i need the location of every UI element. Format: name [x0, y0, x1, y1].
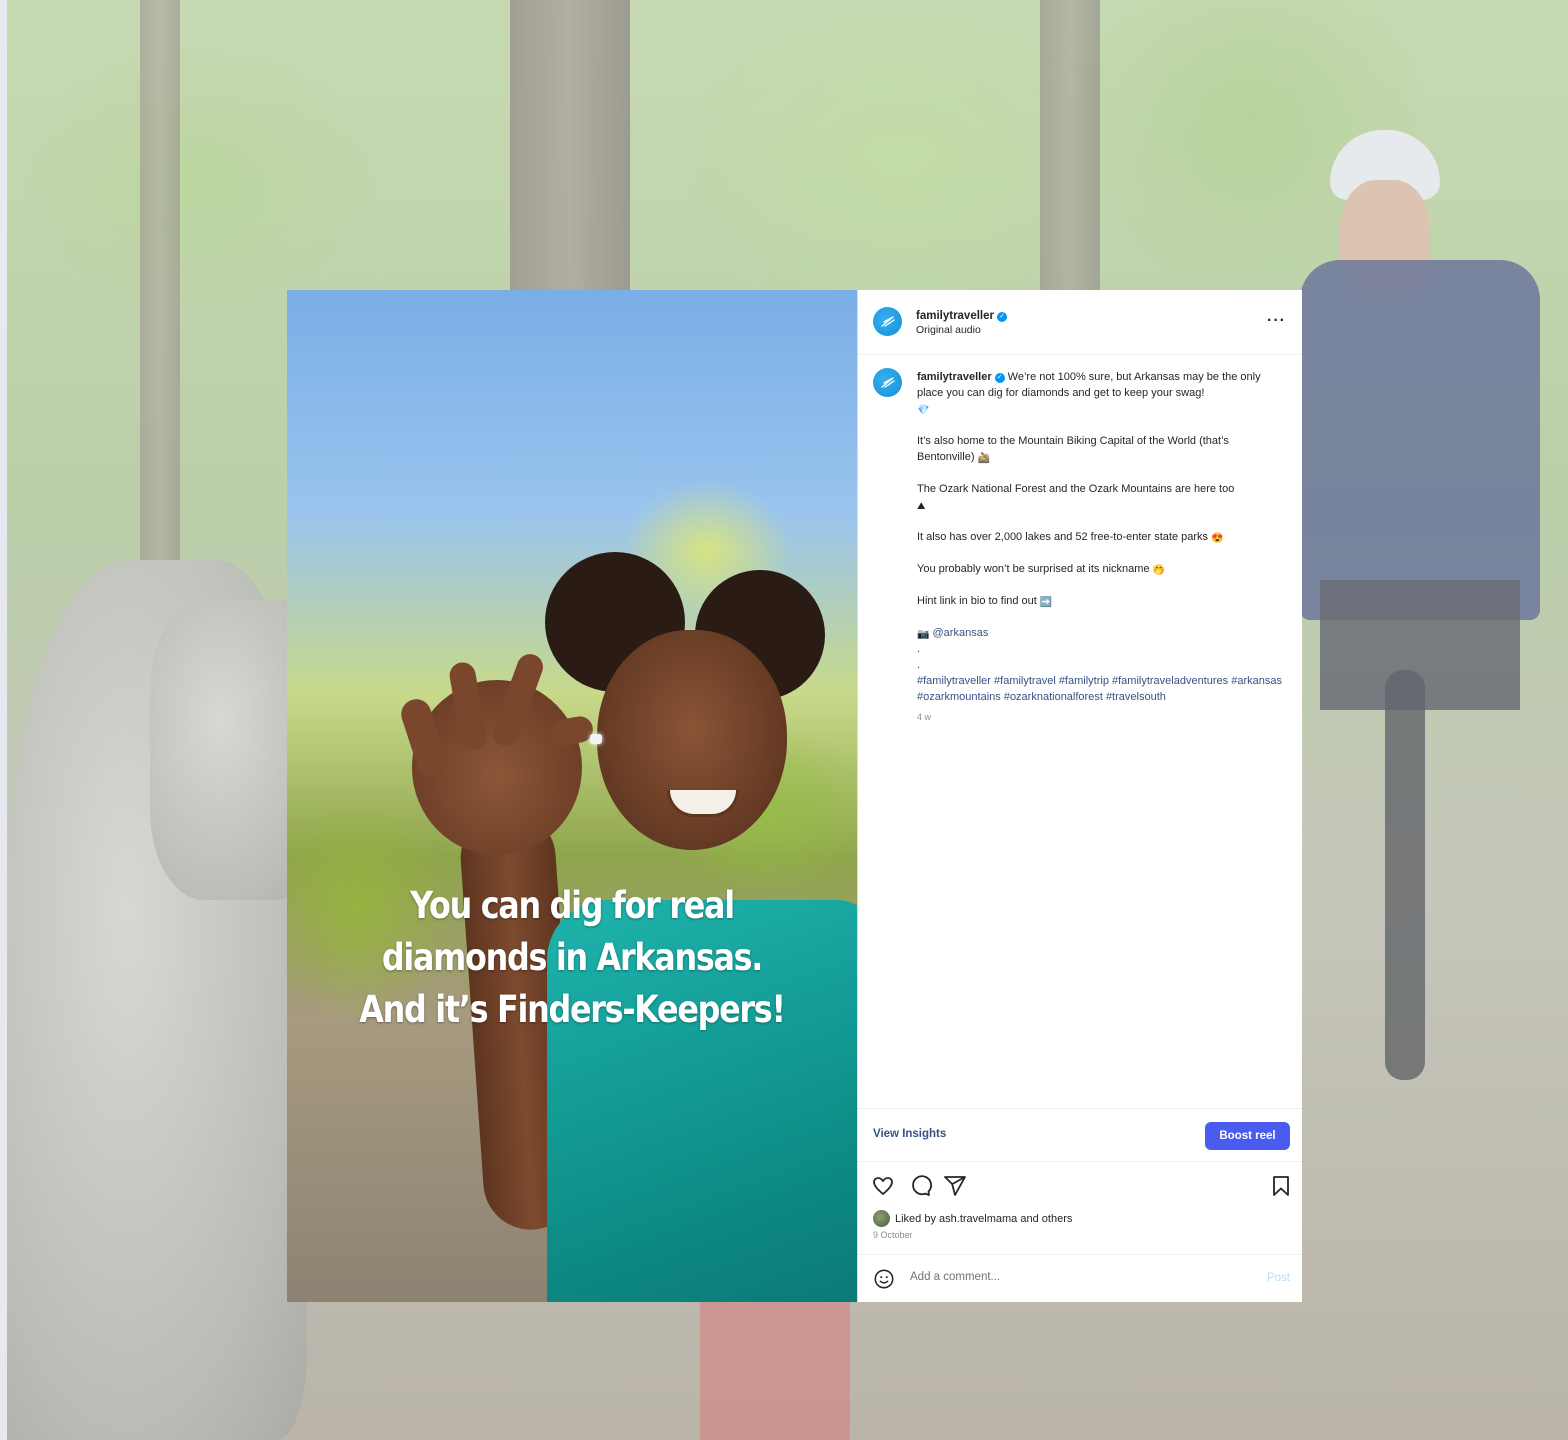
post-comment-button[interactable]: Post: [1267, 1272, 1290, 1284]
bookmark-icon[interactable]: [1269, 1174, 1293, 1198]
camera-icon: 📷: [917, 629, 930, 640]
overlay-line: You can dig for real: [410, 884, 735, 927]
account-username[interactable]: familytraveller: [916, 310, 994, 322]
caption-text: It also has over 2,000 lakes and 52 free…: [917, 531, 1209, 543]
account-avatar[interactable]: [873, 307, 902, 336]
gem-icon: 💎: [917, 405, 930, 416]
arrow-right-icon: ➡️: [1039, 597, 1053, 608]
caption-text: It’s also home to the Mountain Biking Ca…: [917, 435, 1229, 463]
bike-icon: 🚵: [977, 453, 990, 464]
emoji-icon[interactable]: [873, 1268, 895, 1290]
comment-bar: Post: [858, 1254, 1302, 1303]
girl-face: [597, 630, 787, 850]
liker-username[interactable]: ash.travelmama: [939, 1213, 1017, 1225]
comment-input[interactable]: [908, 1270, 1212, 1284]
post-header: familytraveller ✓ Original audio ···: [858, 290, 1302, 355]
verified-icon: ✓: [997, 312, 1007, 322]
likes-prefix: Liked by: [895, 1212, 936, 1225]
overlay-line: diamonds in Arkansas.: [381, 936, 764, 979]
more-icon[interactable]: ···: [1267, 312, 1286, 330]
caption-avatar[interactable]: [873, 368, 902, 397]
verified-icon: ✓: [994, 373, 1005, 383]
post-side-panel: familytraveller ✓ Original audio ··· fami…: [857, 290, 1302, 1302]
comment-icon[interactable]: [908, 1174, 932, 1198]
hand-over-mouth-icon: 🤭: [1152, 565, 1166, 576]
mention-link[interactable]: @arkansas: [933, 627, 989, 639]
post-date: 9 October: [873, 1230, 913, 1240]
post-caption: familytraveller ✓ We’re not 100% sure, bu…: [917, 369, 1283, 725]
view-insights-link[interactable]: View Insights: [873, 1128, 946, 1140]
caption-username[interactable]: familytraveller: [917, 371, 992, 383]
reel-overlay-text: You can dig for real diamonds in Arkansa…: [327, 880, 817, 1036]
reel-media[interactable]: You can dig for real diamonds in Arkansa…: [287, 290, 857, 1302]
likes-suffix[interactable]: and others: [1020, 1213, 1072, 1225]
liker-avatar: [873, 1210, 890, 1227]
reel-post-card: You can dig for real diamonds in Arkansa…: [287, 290, 1302, 1302]
hashtags[interactable]: #familytraveller #familytravel #familytr…: [917, 675, 1282, 703]
caption-text: Hint link in bio to find out: [917, 595, 1037, 607]
heart-icon[interactable]: [871, 1174, 895, 1198]
caption-dot: .: [917, 643, 921, 655]
mountain-icon: ⛰: [917, 501, 926, 512]
likes-summary[interactable]: Liked by ash.travelmama and others: [873, 1210, 1072, 1227]
boost-reel-button[interactable]: Boost reel: [1205, 1122, 1290, 1150]
insights-bar: View Insights Boost reel: [858, 1108, 1302, 1162]
caption-text: You probably won’t be surprised at its n…: [917, 563, 1150, 575]
caption-dot: .: [917, 659, 921, 671]
post-actions: [858, 1170, 1302, 1202]
post-age: 4 w: [917, 712, 932, 722]
share-icon[interactable]: [943, 1174, 967, 1198]
overlay-line: And it’s Finders-Keepers!: [359, 988, 786, 1031]
caption-text: The Ozark National Forest and the Ozark …: [917, 483, 1235, 495]
heart-eyes-icon: 😍: [1211, 533, 1224, 544]
audio-label[interactable]: Original audio: [916, 324, 981, 336]
diamond: [590, 734, 602, 744]
